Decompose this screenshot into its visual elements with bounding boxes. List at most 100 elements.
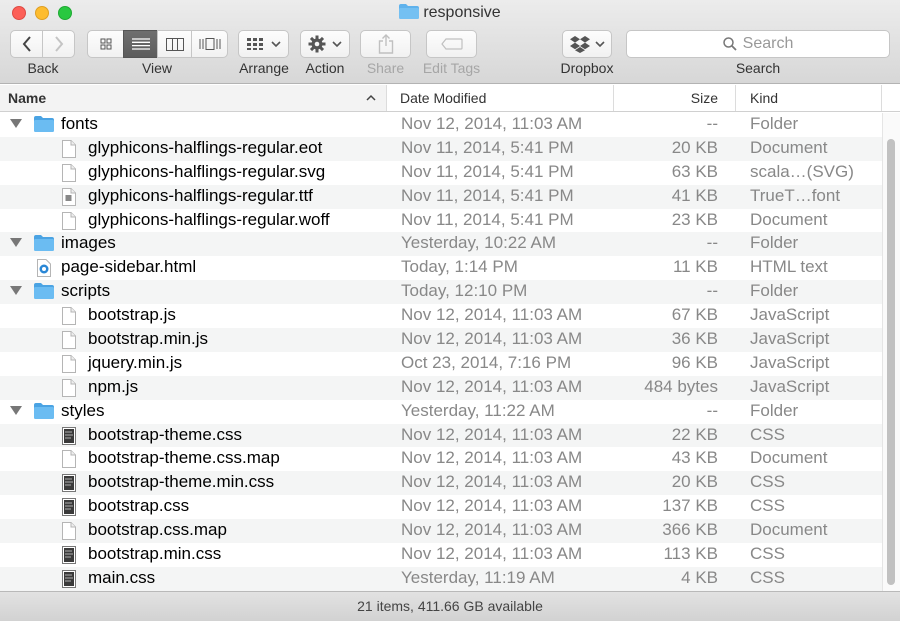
file-size: 67 KB: [671, 305, 718, 325]
file-row[interactable]: bootstrap.css Nov 12, 2014, 11:03 AM 137 K…: [0, 495, 882, 519]
share-label: Share: [366, 60, 405, 76]
share-button[interactable]: [360, 30, 411, 58]
file-kind: HTML text: [750, 257, 828, 277]
file-size: 43 KB: [671, 448, 718, 468]
arrange-button[interactable]: [238, 30, 289, 58]
file-row[interactable]: bootstrap-theme.css Nov 12, 2014, 11:03 A…: [0, 423, 882, 448]
file-row[interactable]: bootstrap-theme.css.map Nov 12, 2014, 11:…: [0, 447, 882, 471]
file-size: 23 KB: [671, 209, 718, 229]
file-kind: CSS: [750, 567, 785, 587]
file-row[interactable]: glyphicons-halflings-regular.woff Nov 11,…: [0, 209, 882, 233]
view-segmented-control: [87, 30, 228, 58]
back-button[interactable]: [10, 30, 43, 58]
file-size: --: [706, 281, 718, 301]
forward-button[interactable]: [42, 30, 75, 58]
file-row[interactable]: glyphicons-halflings-regular.ttf Nov 11, …: [0, 184, 882, 211]
view-label: View: [141, 60, 173, 76]
file-name: bootstrap-theme.css.map: [88, 448, 280, 468]
action-group: [300, 30, 350, 58]
file-row[interactable]: bootstrap.js Nov 12, 2014, 11:03 AM 67 KB J…: [0, 304, 882, 328]
file-kind: JavaScript: [750, 305, 830, 325]
file-row[interactable]: bootstrap-theme.min.css Nov 12, 2014, 11:…: [0, 471, 882, 496]
folder-row[interactable]: images Yesterday, 10:22 AM -- Folder: [0, 232, 882, 257]
folder-row[interactable]: styles Yesterday, 11:22 AM -- Folder: [0, 400, 882, 424]
file-kind: JavaScript: [750, 352, 830, 372]
columns-icon: [165, 37, 184, 51]
list-view-button[interactable]: [123, 30, 158, 58]
disclosure-triangle-icon[interactable]: [10, 286, 22, 296]
file-size: 137 KB: [662, 496, 718, 516]
edit-tags-button[interactable]: [426, 30, 477, 58]
file-row[interactable]: npm.js Nov 12, 2014, 11:03 AM 484 bytes Jav…: [0, 375, 882, 400]
file-kind: CSS: [750, 472, 785, 492]
file-size: 22 KB: [671, 424, 718, 444]
file-row[interactable]: page-sidebar.html Today, 1:14 PM 11 KB HTML…: [0, 256, 882, 280]
gear-icon: [308, 35, 326, 53]
file-name: images: [61, 233, 116, 253]
vertical-scrollbar[interactable]: [882, 113, 900, 591]
arrange-label: Arrange: [239, 60, 289, 76]
date-modified: Yesterday, 10:22 AM: [401, 233, 556, 253]
css-file-icon: [62, 546, 76, 569]
file-list: fonts Nov 12, 2014, 11:03 AM -- Folder glyph…: [0, 113, 882, 591]
column-header-date[interactable]: Date Modified: [387, 85, 614, 111]
column-header-size[interactable]: Size: [614, 85, 736, 111]
file-row[interactable]: jquery.min.js Oct 23, 2014, 7:16 PM 96 KB J…: [0, 352, 882, 376]
file-kind: Document: [750, 209, 828, 229]
html-file-icon: [36, 259, 52, 282]
document-icon: [62, 522, 76, 545]
file-size: 96 KB: [671, 352, 718, 372]
scrollbar-thumb[interactable]: [887, 139, 895, 585]
file-size: 63 KB: [671, 161, 718, 181]
font-file-icon: [62, 187, 76, 211]
date-modified: Today, 1:14 PM: [401, 257, 518, 277]
file-row[interactable]: bootstrap.min.js Nov 12, 2014, 11:03 AM 36…: [0, 328, 882, 352]
column-header-size-label: Size: [690, 90, 718, 106]
file-name: bootstrap.css.map: [88, 520, 227, 540]
dropbox-button[interactable]: [562, 30, 612, 58]
file-name: styles: [61, 400, 105, 420]
file-size: 20 KB: [671, 137, 718, 157]
column-header-kind[interactable]: Kind: [736, 85, 882, 111]
file-kind: CSS: [750, 496, 785, 516]
folder-icon: [34, 116, 54, 137]
file-name: glyphicons-halflings-regular.eot: [88, 137, 323, 157]
file-kind: CSS: [750, 424, 785, 444]
file-size: --: [706, 114, 718, 133]
file-name: fonts: [61, 114, 98, 133]
arrange-grid-icon: [246, 38, 263, 50]
coverflow-view-button[interactable]: [191, 30, 228, 58]
document-icon: [62, 163, 76, 187]
folder-row[interactable]: fonts Nov 12, 2014, 11:03 AM -- Folder: [0, 113, 882, 137]
edit-tags-group: [426, 30, 477, 58]
file-row[interactable]: main.css Yesterday, 11:19 AM 4 KB CSS: [0, 566, 882, 591]
disclosure-triangle-icon[interactable]: [10, 405, 22, 415]
search-input[interactable]: Search: [626, 30, 890, 58]
file-kind: CSS: [750, 544, 785, 564]
column-header-name-label: Name: [8, 90, 47, 106]
disclosure-triangle-icon[interactable]: [10, 119, 22, 128]
edit-tags-label: Edit Tags: [422, 60, 481, 76]
file-kind: Folder: [750, 233, 799, 253]
action-button[interactable]: [300, 30, 350, 58]
file-row[interactable]: glyphicons-halflings-regular.eot Nov 11, …: [0, 136, 882, 161]
date-modified: Oct 23, 2014, 7:16 PM: [401, 352, 572, 372]
file-name: bootstrap.css: [88, 496, 190, 516]
folder-row[interactable]: scripts Today, 12:10 PM -- Folder: [0, 280, 882, 305]
document-icon: [62, 354, 76, 378]
share-group: [360, 30, 411, 58]
file-row[interactable]: bootstrap.min.css Nov 12, 2014, 11:03 AM 1…: [0, 543, 882, 567]
document-icon: [62, 331, 76, 354]
column-view-button[interactable]: [157, 30, 192, 58]
file-row[interactable]: bootstrap.css.map Nov 12, 2014, 11:03 AM 3…: [0, 519, 882, 545]
icon-view-button[interactable]: [87, 30, 124, 58]
file-row[interactable]: glyphicons-halflings-regular.svg Nov 11, …: [0, 161, 882, 185]
window-title-text: responsive: [423, 4, 501, 21]
column-header-name[interactable]: Name: [0, 85, 387, 111]
document-icon: [62, 450, 76, 473]
share-icon: [378, 34, 393, 54]
disclosure-triangle-icon[interactable]: [10, 238, 22, 248]
date-modified: Nov 11, 2014, 5:41 PM: [401, 137, 574, 157]
file-kind: Document: [750, 520, 828, 540]
date-modified: Nov 12, 2014, 11:03 AM: [401, 114, 583, 133]
